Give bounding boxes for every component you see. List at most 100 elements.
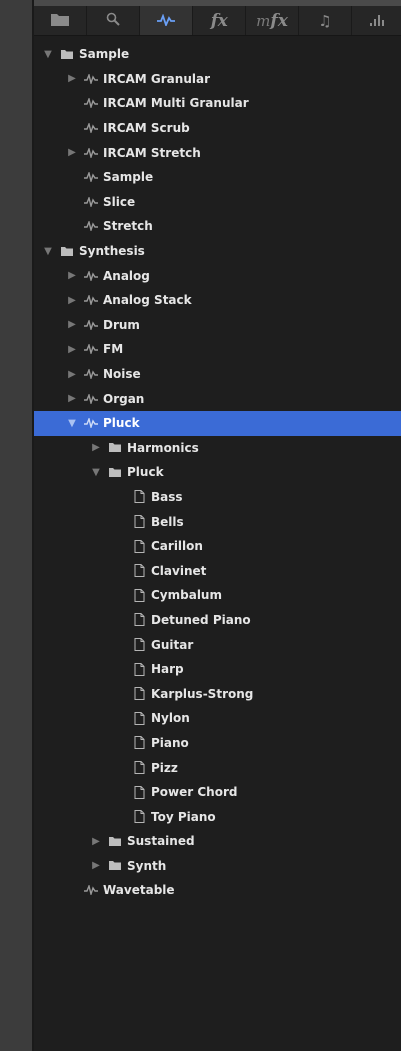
folder-icon: [108, 442, 122, 454]
tree-item[interactable]: ▶ FM: [34, 337, 401, 362]
tree-item[interactable]: ▶ IRCAM Granular: [34, 67, 401, 92]
collapsed-arrow-icon[interactable]: ▶: [66, 393, 78, 405]
tree-item-label: IRCAM Multi Granular: [103, 96, 249, 111]
tree-item[interactable]: ▶ IRCAM Stretch: [34, 140, 401, 165]
tree-item[interactable]: ▶Bells: [34, 509, 401, 534]
file-icon: [132, 761, 146, 775]
collapsed-arrow-icon[interactable]: ▶: [66, 368, 78, 380]
tree-item[interactable]: ▶Toy Piano: [34, 804, 401, 829]
tree-item[interactable]: ▶ Sustained: [34, 829, 401, 854]
waveform-icon: [84, 196, 98, 208]
tree-item[interactable]: ▶Wavetable: [34, 878, 401, 903]
tree-item[interactable]: ▼ Synthesis: [34, 239, 401, 264]
tree-item[interactable]: ▶IRCAM Scrub: [34, 116, 401, 141]
tree-item-label: Noise: [103, 367, 141, 382]
tree-item-label: Power Chord: [151, 785, 238, 800]
tree-item[interactable]: ▶Clavinet: [34, 558, 401, 583]
expanded-arrow-icon[interactable]: ▼: [90, 466, 102, 478]
waveform-icon: [84, 171, 98, 183]
tree-item-label: Karplus-Strong: [151, 686, 254, 701]
tab-search[interactable]: [87, 6, 140, 35]
tree-item-label: Analog Stack: [103, 293, 192, 308]
tree-item-label: Drum: [103, 317, 140, 332]
browser-toolbar: fx mfx ♫: [34, 6, 401, 36]
tree-item[interactable]: ▶ Analog Stack: [34, 288, 401, 313]
tree-item-label: Wavetable: [103, 883, 175, 898]
tree-item[interactable]: ▶Detuned Piano: [34, 608, 401, 633]
waveform-icon: [84, 220, 98, 232]
folder-icon: [60, 245, 74, 257]
waveform-icon: [84, 294, 98, 306]
tree-item[interactable]: ▶Carillon: [34, 534, 401, 559]
tree-item[interactable]: ▶Karplus-Strong: [34, 681, 401, 706]
tab-notes[interactable]: ♫: [299, 6, 352, 35]
waveform-icon: [84, 73, 98, 85]
tree-item[interactable]: ▼ Pluck: [34, 460, 401, 485]
browser-panel: fx mfx ♫ ▼Sample▶IRCAM Granular▶IRCAM Mu…: [34, 0, 401, 1051]
tree-item[interactable]: ▶Nylon: [34, 706, 401, 731]
waveform-icon: [84, 270, 98, 282]
tab-folders[interactable]: [34, 6, 87, 35]
tree-item[interactable]: ▶Piano: [34, 731, 401, 756]
tree-item-label: Slice: [103, 194, 136, 209]
collapsed-arrow-icon[interactable]: ▶: [90, 442, 102, 454]
tree-item[interactable]: ▶ Organ: [34, 386, 401, 411]
folder-icon: [108, 835, 122, 847]
tree-item-label: Pluck: [127, 465, 164, 480]
tree-item[interactable]: ▶ Synth: [34, 854, 401, 879]
collapsed-arrow-icon[interactable]: ▶: [66, 343, 78, 355]
tree-item[interactable]: ▶ Noise: [34, 362, 401, 387]
tree-item-label: Stretch: [103, 219, 153, 234]
folder-icon: [51, 11, 69, 30]
expanded-arrow-icon[interactable]: ▼: [42, 48, 54, 60]
tree-item-label: Pluck: [103, 416, 140, 431]
tree-item[interactable]: ▼ Sample: [34, 42, 401, 67]
tree-item[interactable]: ▼ Pluck: [34, 410, 401, 436]
waveform-icon: [84, 147, 98, 159]
tree-item-label: Bass: [151, 489, 183, 504]
collapsed-arrow-icon[interactable]: ▶: [66, 319, 78, 331]
collapsed-arrow-icon[interactable]: ▶: [66, 73, 78, 85]
tree-item[interactable]: ▶Slice: [34, 190, 401, 215]
tree-item-label: Sample: [79, 47, 130, 62]
tree-item-label: Organ: [103, 391, 145, 406]
collapsed-arrow-icon[interactable]: ▶: [66, 270, 78, 282]
waveform-icon: [84, 393, 98, 405]
tree-item[interactable]: ▶Cymbalum: [34, 583, 401, 608]
tree-item[interactable]: ▶ Analog: [34, 263, 401, 288]
tree-item-label: Bells: [151, 514, 184, 529]
collapsed-arrow-icon[interactable]: ▶: [66, 294, 78, 306]
tree-item[interactable]: ▶Bass: [34, 485, 401, 510]
tab-levels[interactable]: [352, 6, 401, 35]
tree-item[interactable]: ▶Stretch: [34, 214, 401, 239]
tree-item-label: IRCAM Stretch: [103, 145, 201, 160]
tree-item[interactable]: ▶Guitar: [34, 632, 401, 657]
expanded-arrow-icon[interactable]: ▼: [66, 417, 78, 429]
file-icon: [132, 539, 146, 553]
tree-item[interactable]: ▶ Harmonics: [34, 436, 401, 461]
tab-fx[interactable]: fx: [193, 6, 246, 35]
file-icon: [132, 515, 146, 529]
tree-item[interactable]: ▶Power Chord: [34, 780, 401, 805]
tree-item[interactable]: ▶Sample: [34, 165, 401, 190]
file-icon: [132, 490, 146, 504]
level-bars-icon: [369, 11, 384, 30]
file-icon: [132, 613, 146, 627]
device-tree: ▼Sample▶IRCAM Granular▶IRCAM Multi Granu…: [34, 42, 401, 903]
search-icon: [106, 11, 120, 30]
collapsed-arrow-icon[interactable]: ▶: [66, 147, 78, 159]
tree-item[interactable]: ▶Harp: [34, 657, 401, 682]
tree-item[interactable]: ▶Pizz: [34, 755, 401, 780]
file-icon: [132, 810, 146, 824]
tree-item-label: IRCAM Scrub: [103, 121, 190, 136]
tab-mfx[interactable]: mfx: [246, 6, 299, 35]
collapsed-arrow-icon[interactable]: ▶: [90, 835, 102, 847]
tab-instruments[interactable]: [140, 6, 193, 35]
waveform-icon: [84, 368, 98, 380]
file-icon: [132, 711, 146, 725]
expanded-arrow-icon[interactable]: ▼: [42, 245, 54, 257]
tree-item[interactable]: ▶ Drum: [34, 313, 401, 338]
tree-item[interactable]: ▶IRCAM Multi Granular: [34, 91, 401, 116]
collapsed-arrow-icon[interactable]: ▶: [90, 860, 102, 872]
file-icon: [132, 588, 146, 602]
